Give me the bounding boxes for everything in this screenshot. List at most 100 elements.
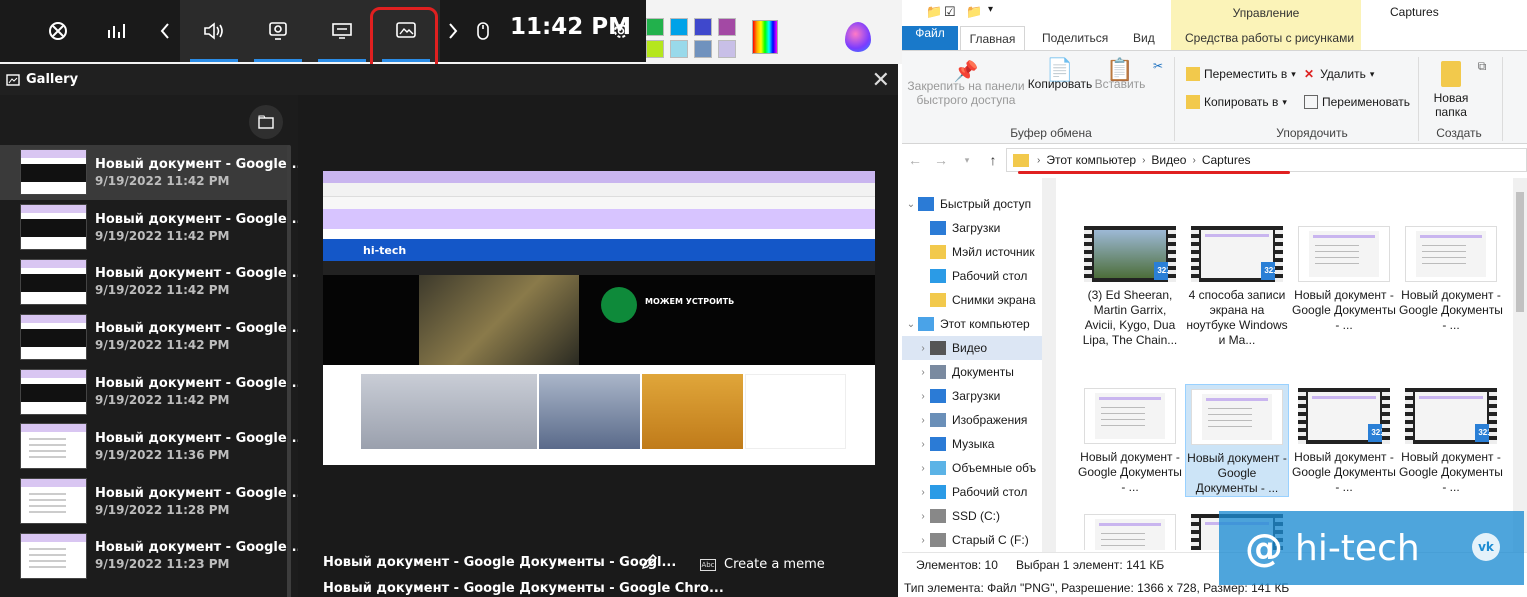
file-item[interactable]: Новый документ - Google Документы - ...	[1078, 384, 1182, 495]
delete-button[interactable]: ✕ Удалить ▾	[1304, 67, 1374, 81]
nav-item[interactable]: › Загрузки	[902, 384, 1042, 408]
breadcrumb-captures[interactable]: Captures	[1202, 153, 1251, 167]
gallery-item[interactable]: Новый документ - Google... 9/19/2022 11:2…	[0, 529, 302, 584]
new-folder-quick-icon[interactable]: 📁	[966, 4, 982, 20]
gallery-item[interactable]: Новый документ - Google... 9/19/2022 11:4…	[0, 309, 302, 364]
cut-icon[interactable]: ✂	[1150, 59, 1166, 73]
gallery-item[interactable]: Новый документ - Google... 9/19/2022 11:2…	[0, 474, 302, 529]
widgets-next-button[interactable]	[440, 0, 466, 62]
nav-item[interactable]: Снимки экрана	[902, 288, 1042, 312]
new-item-icon[interactable]: ⧉	[1470, 59, 1494, 73]
file-item[interactable]: Новый документ - Google Документы - ...	[1185, 384, 1289, 497]
edit-pencil-icon[interactable]	[640, 553, 658, 575]
tab-home[interactable]: Главная	[960, 26, 1025, 50]
rename-button[interactable]: Переименовать	[1304, 95, 1410, 109]
breadcrumb-videos[interactable]: Видео	[1151, 153, 1186, 167]
create-meme-button[interactable]: Abc Create a meme	[700, 557, 825, 572]
file-item[interactable]: 321 (3) Ed Sheeran, Martin Garrix, Avicii…	[1078, 222, 1182, 348]
address-bar-row: ← → ▾ ↑ › Этот компьютер › Видео › Captu…	[902, 146, 1527, 174]
chevron-right-icon[interactable]: ›	[916, 439, 930, 450]
chevron-right-icon[interactable]: ›	[916, 463, 930, 474]
forward-arrow-icon[interactable]: →	[928, 152, 954, 168]
chevron-down-icon[interactable]: ⌄	[904, 319, 918, 330]
nav-item[interactable]: › SSD (C:)	[902, 504, 1042, 528]
tab-share[interactable]: Поделиться	[1042, 26, 1108, 50]
gallery-item-title: Новый документ - Google...	[95, 156, 302, 172]
close-icon[interactable]: ✕	[872, 68, 890, 93]
edit-colors-icon[interactable]	[752, 20, 778, 54]
nav-item-label: Загрузки	[952, 389, 1001, 403]
nav-item[interactable]: ⌄ Быстрый доступ	[902, 192, 1042, 216]
nav-item[interactable]: › Музыка	[902, 432, 1042, 456]
files-scrollbar[interactable]	[1513, 178, 1527, 552]
nav-item[interactable]: › Документы	[902, 360, 1042, 384]
chevron-right-icon[interactable]: ›	[916, 367, 930, 378]
paste-button[interactable]: 📋 Вставить	[1094, 59, 1146, 92]
file-item[interactable]: 321 Новый документ - Google Документы - .…	[1292, 384, 1396, 495]
color-palette[interactable]	[646, 18, 736, 58]
properties-icon[interactable]: ☑	[944, 4, 956, 20]
drive-icon	[930, 509, 946, 523]
paint3d-icon[interactable]	[845, 22, 871, 52]
tab-view[interactable]: Вид	[1133, 26, 1155, 50]
settings-button[interactable]	[606, 0, 636, 62]
chevron-right-icon[interactable]: ›	[916, 343, 930, 354]
chevron-left-icon	[150, 0, 180, 62]
nav-item-label: Этот компьютер	[940, 317, 1030, 331]
nav-item[interactable]: › Изображения	[902, 408, 1042, 432]
copy-to-button[interactable]: Копировать в ▾	[1186, 95, 1287, 109]
gallery-item[interactable]: Новый документ - Google... 9/19/2022 11:4…	[0, 364, 302, 419]
chevron-right-icon[interactable]: ›	[916, 391, 930, 402]
nav-item[interactable]: › Видео	[902, 336, 1042, 360]
gallery-scrollbar[interactable]	[287, 145, 291, 597]
chevron-right-icon	[440, 0, 466, 62]
chevron-right-icon[interactable]: ›	[916, 535, 930, 546]
nav-item[interactable]: › Объемные объ	[902, 456, 1042, 480]
file-item[interactable]	[1078, 510, 1182, 550]
capture-preview-image[interactable]: hi-tech МОЖЕМ УСТРОИТЬ	[323, 171, 875, 465]
file-explorer-window: 📁 ☑ 📁 ▾ Управление Captures Файл Главная…	[902, 0, 1527, 597]
chevron-down-icon[interactable]: ▾	[988, 4, 993, 15]
nav-item[interactable]: › Рабочий стол	[902, 480, 1042, 504]
breadcrumb-this-pc[interactable]: Этот компьютер	[1046, 153, 1136, 167]
file-item[interactable]: 321 4 способа записи экрана на ноутбуке W…	[1185, 222, 1289, 348]
tab-file[interactable]: Файл	[902, 26, 958, 50]
widgets-prev-button[interactable]	[150, 0, 180, 62]
up-arrow-icon[interactable]: ↑	[980, 152, 1006, 168]
xbox-button[interactable]	[30, 0, 86, 62]
chevron-right-icon[interactable]: ›	[916, 511, 930, 522]
chevron-right-icon[interactable]: ›	[916, 487, 930, 498]
back-arrow-icon[interactable]: ←	[902, 152, 928, 168]
recent-chevron-icon[interactable]: ▾	[954, 155, 980, 166]
gallery-item[interactable]: Новый документ - Google... 9/19/2022 11:4…	[0, 255, 302, 310]
capture-icon[interactable]	[246, 0, 310, 62]
nav-scrollbar[interactable]	[1042, 178, 1056, 552]
file-item[interactable]: Новый документ - Google Документы - ...	[1399, 222, 1503, 333]
gallery-item[interactable]: Новый документ - Google... 9/19/2022 11:4…	[0, 200, 302, 255]
address-bar[interactable]: › Этот компьютер › Видео › Captures	[1006, 148, 1527, 172]
folder-icon	[1013, 153, 1029, 167]
audio-icon[interactable]	[182, 0, 246, 62]
resources-icon[interactable]	[310, 0, 374, 62]
nav-item[interactable]: Загрузки	[902, 216, 1042, 240]
nav-item[interactable]: › Старый С (F:)	[902, 528, 1042, 552]
gallery-item-date: 9/19/2022 11:42 PM	[95, 228, 230, 243]
gallery-item[interactable]: Новый документ - Google... 9/19/2022 11:4…	[0, 145, 302, 200]
gallery-item-date: 9/19/2022 11:42 PM	[95, 173, 230, 188]
chevron-right-icon[interactable]: ›	[916, 415, 930, 426]
file-item[interactable]: 321 Новый документ - Google Документы - .…	[1399, 384, 1503, 495]
mouse-lock-button[interactable]	[468, 0, 498, 62]
tab-picture-tools[interactable]: Средства работы с рисунками	[1185, 26, 1354, 50]
gallery-item[interactable]: Новый документ - Google... 9/19/2022 11:3…	[0, 419, 302, 474]
chevron-down-icon[interactable]: ⌄	[904, 199, 918, 210]
nav-item[interactable]: Мэйл источник	[902, 240, 1042, 264]
move-to-button[interactable]: Переместить в ▾	[1186, 67, 1296, 81]
open-folder-button[interactable]	[249, 105, 283, 139]
image-thumbnail	[1084, 388, 1176, 444]
pin-quick-access-button[interactable]: 📌 Закрепить на панели быстрого доступа	[906, 62, 1026, 107]
performance-button[interactable]	[90, 0, 146, 62]
nav-item[interactable]: Рабочий стол	[902, 264, 1042, 288]
nav-item[interactable]: ⌄ Этот компьютер	[902, 312, 1042, 336]
file-item[interactable]: Новый документ - Google Документы - ...	[1292, 222, 1396, 333]
copy-button[interactable]: 📄 Копировать	[1024, 59, 1096, 92]
